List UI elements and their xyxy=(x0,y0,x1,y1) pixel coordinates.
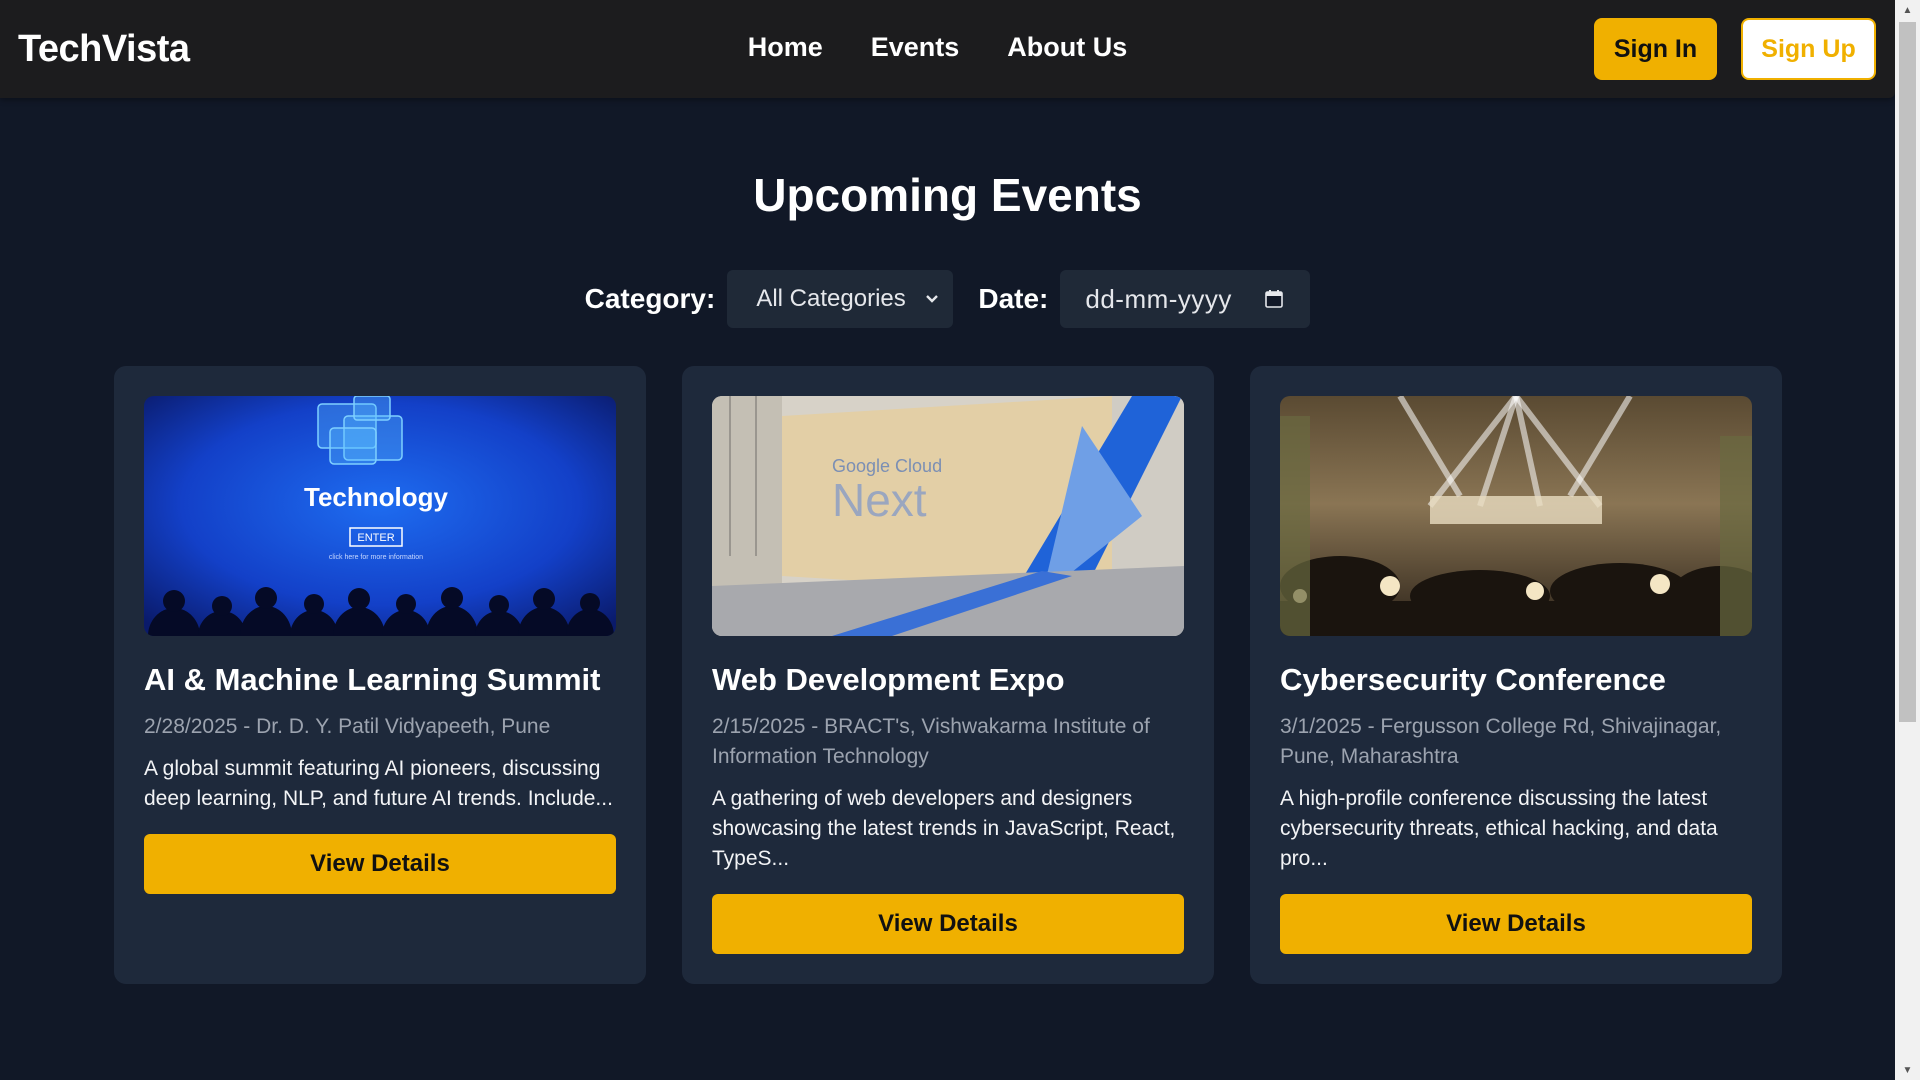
category-label: Category: xyxy=(584,283,716,314)
event-meta: 3/1/2025 - Fergusson College Rd, Shivaji… xyxy=(1280,712,1752,874)
view-details-button[interactable]: View Details xyxy=(1280,894,1752,954)
event-card: Google Cloud Next Web Development Expo 2… xyxy=(682,366,1214,984)
nav-link-about-us[interactable]: About Us xyxy=(1007,32,1127,63)
category-select-value: All Categories xyxy=(756,285,906,312)
event-title: AI & Machine Learning Summit xyxy=(144,662,601,697)
event-image xyxy=(1280,396,1752,636)
view-details-button[interactable]: View Details xyxy=(144,834,616,894)
event-description: A high-profile conference discussing the… xyxy=(1280,787,1718,870)
event-meta: 2/15/2025 - BRACT's, Vishwakarma Institu… xyxy=(712,712,1184,874)
sign-in-button[interactable]: Sign In xyxy=(1594,18,1717,80)
event-date-location: 2/15/2025 - BRACT's, Vishwakarma Institu… xyxy=(712,715,1150,768)
calendar-icon[interactable] xyxy=(1264,289,1284,309)
date-input-placeholder: dd-mm-yyyy xyxy=(1085,283,1232,314)
category-select[interactable]: All Categories xyxy=(727,270,954,328)
filter-bar: Category: All Categories Date: dd-mm-yyy… xyxy=(0,270,1895,328)
event-description: A gathering of web developers and design… xyxy=(712,787,1176,870)
scrollbar-thumb[interactable] xyxy=(1899,22,1916,722)
image-text: Next xyxy=(832,474,927,526)
page: TechVista Home Events About Us Sign In S… xyxy=(0,0,1895,1080)
image-text: Technology xyxy=(304,482,449,512)
image-caption: click here for more information xyxy=(329,554,423,561)
event-card: Cybersecurity Conference 3/1/2025 - Ferg… xyxy=(1250,366,1782,984)
event-image: Google Cloud Next xyxy=(712,396,1184,636)
view-details-button[interactable]: View Details xyxy=(712,894,1184,954)
navbar: TechVista Home Events About Us Sign In S… xyxy=(0,0,1895,98)
event-title: Web Development Expo xyxy=(712,662,1065,697)
event-date-location: 2/28/2025 - Dr. D. Y. Patil Vidyapeeth, … xyxy=(144,715,551,738)
date-label: Date: xyxy=(978,283,1049,314)
image-button-text: ENTER xyxy=(357,532,394,544)
event-card: Technology ENTER click here for more inf… xyxy=(114,366,646,984)
nav-link-events[interactable]: Events xyxy=(871,32,960,63)
event-date-location: 3/1/2025 - Fergusson College Rd, Shivaji… xyxy=(1280,715,1722,768)
date-input[interactable]: dd-mm-yyyy xyxy=(1060,270,1311,328)
event-image: Technology ENTER click here for more inf… xyxy=(144,396,616,636)
sign-up-button[interactable]: Sign Up xyxy=(1741,18,1876,80)
page-title: Upcoming Events xyxy=(753,169,1142,221)
image-brand: Google Cloud xyxy=(832,456,942,476)
event-meta: 2/28/2025 - Dr. D. Y. Patil Vidyapeeth, … xyxy=(144,712,616,814)
scroll-up-arrow-icon[interactable]: ▲ xyxy=(1895,0,1920,20)
event-description: A global summit featuring AI pioneers, d… xyxy=(144,757,613,810)
chevron-down-icon xyxy=(926,295,939,303)
vertical-scrollbar[interactable]: ▲ ▼ xyxy=(1895,0,1920,1080)
nav-link-home[interactable]: Home xyxy=(748,32,823,63)
event-title: Cybersecurity Conference xyxy=(1280,662,1666,697)
scroll-down-arrow-icon[interactable]: ▼ xyxy=(1895,1060,1920,1080)
